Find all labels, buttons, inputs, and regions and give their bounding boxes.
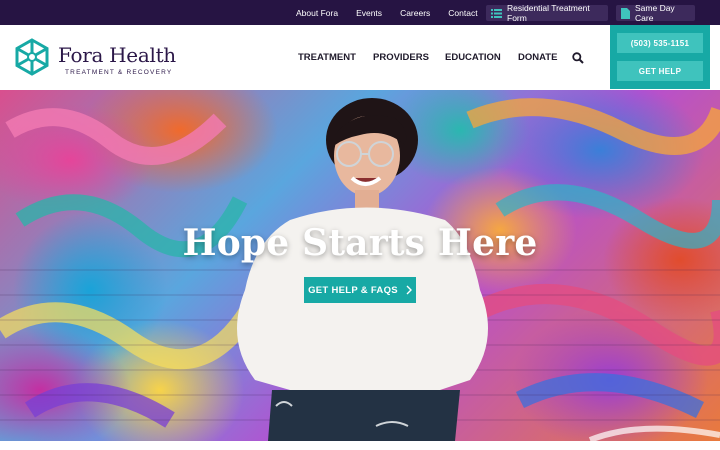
phone-button[interactable]: (503) 535-1151 [617, 33, 703, 53]
events-link[interactable]: Events [356, 8, 382, 18]
residential-treatment-form-button[interactable]: Residential Treatment Form [486, 3, 608, 23]
residential-treatment-form-label: Residential Treatment Form [507, 3, 590, 23]
page-bottom-strip [0, 441, 720, 450]
get-help-button[interactable]: GET HELP [617, 61, 703, 81]
same-day-care-label: Same Day Care [635, 3, 675, 23]
chevron-right-icon [406, 285, 412, 295]
utility-bar: About Fora Events Careers Contact Reside… [0, 0, 720, 25]
careers-link[interactable]: Careers [400, 8, 430, 18]
logo-name: Fora Health [58, 43, 176, 67]
utility-links: About Fora Events Careers Contact [296, 0, 478, 25]
contact-link[interactable]: Contact [448, 8, 477, 18]
hero-person-image [237, 98, 488, 441]
hero-title: Hope Starts Here [182, 222, 538, 264]
about-fora-link[interactable]: About Fora [296, 8, 338, 18]
get-help-faqs-button[interactable]: GET HELP & FAQS [304, 277, 416, 303]
nav-education[interactable]: EDUCATION [445, 52, 501, 63]
search-button[interactable] [572, 51, 586, 65]
nav-donate[interactable]: DONATE [518, 52, 557, 63]
same-day-care-button[interactable]: Same Day Care [616, 3, 695, 23]
form-list-icon [491, 8, 502, 18]
search-icon [572, 52, 584, 64]
site-header: Fora Health TREATMENT & RECOVERY TREATME… [0, 25, 720, 90]
get-help-faqs-label: GET HELP & FAQS [308, 284, 398, 296]
logo-tagline: TREATMENT & RECOVERY [65, 69, 173, 76]
nav-treatment[interactable]: TREATMENT [298, 52, 356, 63]
nav-providers[interactable]: PROVIDERS [373, 52, 429, 63]
header-cta-panel: (503) 535-1151 GET HELP [610, 25, 710, 89]
document-icon [621, 7, 630, 19]
logo-mark-icon [15, 38, 49, 76]
fora-health-logo[interactable]: Fora Health TREATMENT & RECOVERY [14, 38, 194, 82]
hero-banner: Hope Starts Here GET HELP & FAQS [0, 90, 720, 441]
